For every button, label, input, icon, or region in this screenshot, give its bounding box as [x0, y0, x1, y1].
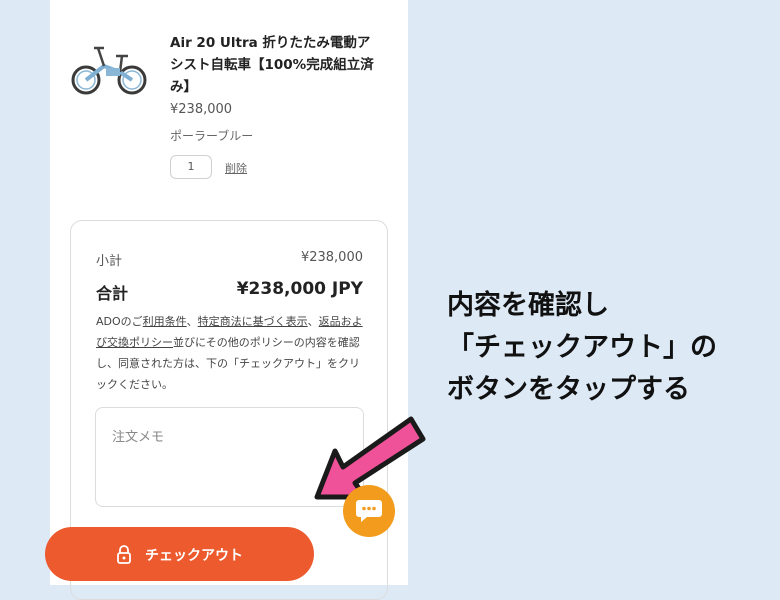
product-title[interactable]: Air 20 Ultra 折りたたみ電動アシスト自転車【100%完成組立済み】	[170, 32, 375, 98]
terms-link[interactable]: 利用条件	[143, 315, 187, 328]
product-price: ¥238,000	[170, 102, 233, 117]
policy-notice: ADOのご利用条件、特定商法に基づく表示、返品および交換ポリシー並びにその他のポ…	[96, 311, 366, 395]
quantity-input[interactable]: 1	[170, 155, 212, 179]
background-strip	[0, 0, 50, 585]
subtotal-label: 小計	[96, 254, 123, 269]
policy-text: 、	[186, 315, 198, 328]
policy-text: 、	[307, 315, 319, 328]
instruction-caption: 内容を確認し 「チェックアウト」の ボタンをタップする	[447, 285, 767, 411]
order-note-placeholder: 注文メモ	[112, 430, 165, 445]
product-image[interactable]	[70, 36, 152, 100]
subtotal-value: ¥238,000	[300, 250, 363, 265]
checkout-label: チェックアウト	[145, 548, 243, 564]
chat-button[interactable]	[343, 485, 395, 537]
lock-icon	[115, 544, 133, 564]
instruction-line: ボタンをタップする	[447, 374, 690, 405]
total-label: 合計	[96, 284, 129, 303]
policy-text: ADOのご	[96, 315, 143, 328]
remove-link[interactable]: 削除	[225, 160, 247, 176]
total-value: ¥238,000 JPY	[236, 279, 363, 299]
instruction-line: 「チェックアウト」の	[447, 332, 717, 363]
checkout-button[interactable]: チェックアウト	[45, 527, 314, 581]
product-variant: ポーラーブルー	[170, 129, 254, 143]
instruction-line: 内容を確認し	[447, 290, 609, 321]
legal-notice-link[interactable]: 特定商法に基づく表示	[198, 315, 308, 328]
